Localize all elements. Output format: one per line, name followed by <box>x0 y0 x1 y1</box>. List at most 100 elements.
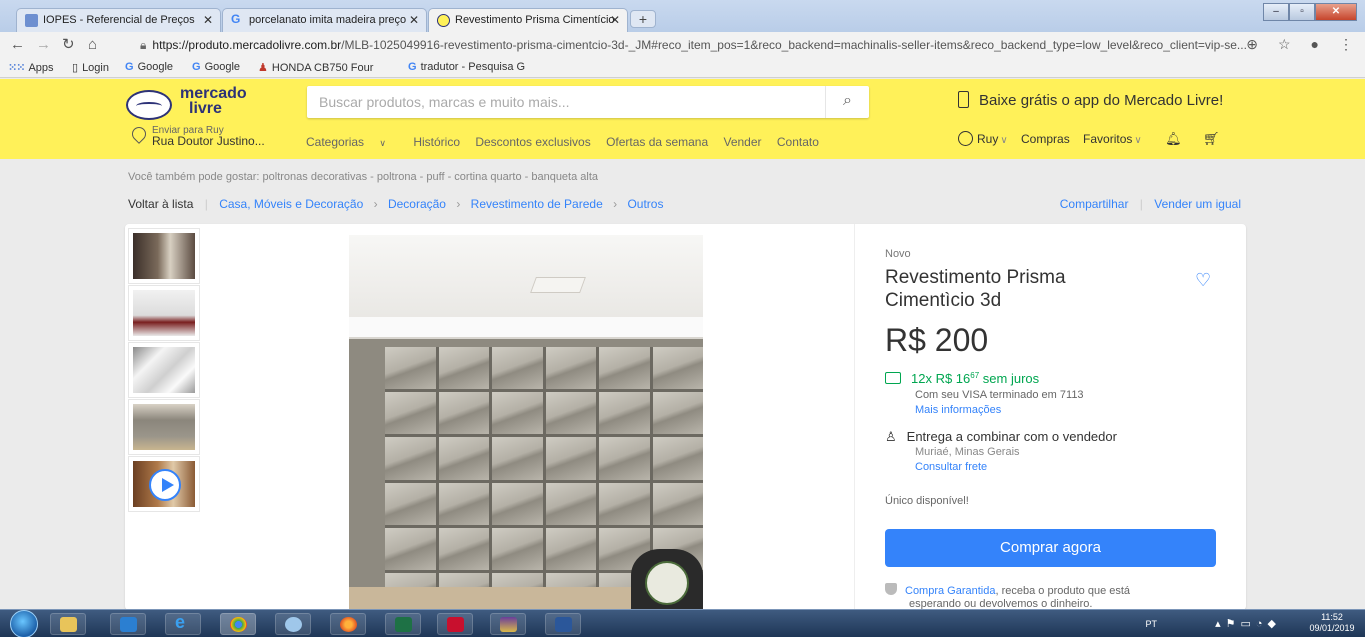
reload-icon[interactable]: ↻ <box>62 36 75 54</box>
minimize-button[interactable]: – <box>1263 3 1289 21</box>
close-window-button[interactable]: ✕ <box>1315 3 1357 21</box>
nav-descontos[interactable]: Descontos exclusivos <box>475 135 590 149</box>
bookmark-google-1[interactable]: G Google <box>125 61 173 73</box>
purchases-link[interactable]: Compras <box>1021 132 1070 146</box>
close-tab-icon[interactable]: ✕ <box>610 13 620 27</box>
search-box: ⌕ <box>307 86 869 118</box>
more-info-link[interactable]: Mais informações <box>915 404 1001 416</box>
bookmark-tradutor[interactable]: Gtradutor - Pesquisa G <box>408 61 525 73</box>
main-nav: Categorias ∨ Histórico Descontos exclusi… <box>306 135 831 149</box>
guarantee-text: , receba o produto que está <box>995 585 1131 597</box>
share-link[interactable]: Compartilhar <box>1060 197 1129 211</box>
buy-now-button[interactable]: Comprar agora <box>885 529 1216 567</box>
taskbar-winrar[interactable] <box>490 613 526 635</box>
chevron-down-icon: ∨ <box>1134 135 1142 146</box>
tab-mercadolivre[interactable]: Revestimento Prisma Cimentício ✕ <box>428 8 628 32</box>
taskbar-acrobat[interactable] <box>437 613 473 635</box>
home-icon[interactable]: ⌂ <box>88 36 97 54</box>
guarantee-link[interactable]: Compra Garantida <box>905 585 996 597</box>
favorite-heart-icon[interactable]: ♡ <box>1195 270 1211 291</box>
forward-arrow-icon[interactable]: → <box>36 36 51 54</box>
mercadolivre-logo[interactable]: mercado livre <box>126 86 266 126</box>
bookmark-google-2[interactable]: G Google <box>192 61 240 73</box>
search-input[interactable] <box>307 86 807 118</box>
bookmark-honda[interactable]: ♟ HONDA CB750 Four <box>258 61 373 74</box>
cart-icon[interactable]: 🛒︎ <box>1203 131 1220 147</box>
taskbar-explorer[interactable] <box>50 613 86 635</box>
zoom-icon[interactable]: ⊕ <box>1246 36 1258 53</box>
bookmark-login[interactable]: ▯ Login <box>72 61 109 74</box>
taskbar-excel[interactable] <box>385 613 421 635</box>
thumbnail-image <box>133 290 195 336</box>
taskbar-app[interactable] <box>275 613 311 635</box>
taskbar-chrome[interactable] <box>220 613 256 635</box>
excel-icon <box>395 617 412 632</box>
user-menu[interactable]: Ruy ∨ <box>958 131 1018 146</box>
maximize-button[interactable]: ▫ <box>1289 3 1315 21</box>
bookmark-apps[interactable]: ⁙⁙ Apps <box>8 61 54 74</box>
new-tab-button[interactable]: + <box>630 10 656 28</box>
play-video-icon <box>149 469 181 501</box>
bookmark-label: Google <box>137 61 174 73</box>
browser-tab-strip: IOPES - Referencial de Preços ✕ G porcel… <box>0 0 1365 32</box>
tab-iopes[interactable]: IOPES - Referencial de Preços ✕ <box>16 8 221 32</box>
installments-amount: 12x R$ 16 <box>911 371 971 386</box>
prism-tile <box>652 392 703 435</box>
language-indicator[interactable]: PT <box>1145 619 1157 629</box>
taskbar-internet-explorer[interactable]: e <box>165 612 201 635</box>
google-favicon-icon: G <box>231 12 241 26</box>
taskbar-firefox[interactable] <box>330 613 366 635</box>
tray-icons[interactable]: ▴⚑▭◔◆ <box>1215 617 1281 630</box>
divider: | <box>1139 197 1143 211</box>
phone-icon <box>958 91 969 108</box>
nav-historico[interactable]: Histórico <box>413 135 460 149</box>
nav-categorias[interactable]: Categorias ∨ <box>306 135 398 149</box>
freight-link[interactable]: Consultar frete <box>915 461 987 473</box>
tab-title: Revestimento Prisma Cimentício <box>455 14 615 26</box>
breadcrumb-casa[interactable]: Casa, Móveis e Decoração <box>219 197 363 211</box>
breadcrumb-revestimento[interactable]: Revestimento de Parede <box>471 197 603 211</box>
logo-text: mercado livre <box>180 86 247 117</box>
breadcrumb-outros[interactable]: Outros <box>627 197 663 211</box>
search-button[interactable]: ⌕ <box>825 86 869 118</box>
back-arrow-icon[interactable]: ← <box>10 36 25 54</box>
back-to-list-link[interactable]: Voltar à lista <box>128 197 193 211</box>
url-field[interactable]: 🔒︎ https://produto.mercadolivre.com.br/ML… <box>140 38 1247 53</box>
start-button[interactable] <box>10 610 38 637</box>
notifications-bell-icon[interactable]: 🔔︎ <box>1165 131 1182 147</box>
close-tab-icon[interactable]: ✕ <box>409 13 419 27</box>
product-main-image[interactable] <box>349 235 703 610</box>
taskbar-word[interactable] <box>545 613 581 635</box>
product-title: Revestimento Prisma Cimentìcio 3d <box>885 267 1066 311</box>
thumbnail-1[interactable] <box>128 228 200 284</box>
thumbnail-3[interactable] <box>128 342 200 398</box>
thumbnail-4[interactable] <box>128 399 200 455</box>
nav-ofertas[interactable]: Ofertas da semana <box>606 135 708 149</box>
handshake-icon <box>126 90 172 120</box>
person-icon: ♟ <box>258 62 268 74</box>
thumbnail-image <box>133 233 195 279</box>
bookmark-label: Google <box>204 61 241 73</box>
breadcrumb-decoracao[interactable]: Decoração <box>388 197 446 211</box>
ceiling-vent <box>530 277 586 293</box>
profile-icon[interactable]: ● <box>1311 36 1319 53</box>
thumbnail-video[interactable] <box>128 456 200 512</box>
favorites-label: Favoritos <box>1083 132 1133 146</box>
clock[interactable]: 11:52 09/01/2019 <box>1307 612 1357 634</box>
taskbar-media-player[interactable] <box>110 613 146 635</box>
tab-google-search[interactable]: G porcelanato imita madeira preço ✕ <box>222 8 427 32</box>
menu-kebab-icon[interactable]: ⋮ <box>1339 36 1353 53</box>
clock-time: 11:52 <box>1321 612 1343 622</box>
nav-vender[interactable]: Vender <box>723 135 761 149</box>
close-tab-icon[interactable]: ✕ <box>203 13 213 27</box>
ie-icon: e <box>175 612 186 632</box>
prism-tile <box>438 347 489 390</box>
app-download-promo[interactable]: Baixe grátis o app do Mercado Livre! <box>958 91 1223 109</box>
page-icon: ▯ <box>72 62 79 74</box>
nav-contato[interactable]: Contato <box>777 135 819 149</box>
favorites-menu[interactable]: Favoritos ∨ <box>1083 132 1152 146</box>
thumbnail-2[interactable] <box>128 285 200 341</box>
bookmark-star-icon[interactable]: ☆ <box>1278 36 1291 53</box>
sell-same-link[interactable]: Vender um igual <box>1154 197 1241 211</box>
address-bar: ← → ↻ ⌂ 🔒︎ https://produto.mercadolivre.c… <box>0 32 1365 58</box>
